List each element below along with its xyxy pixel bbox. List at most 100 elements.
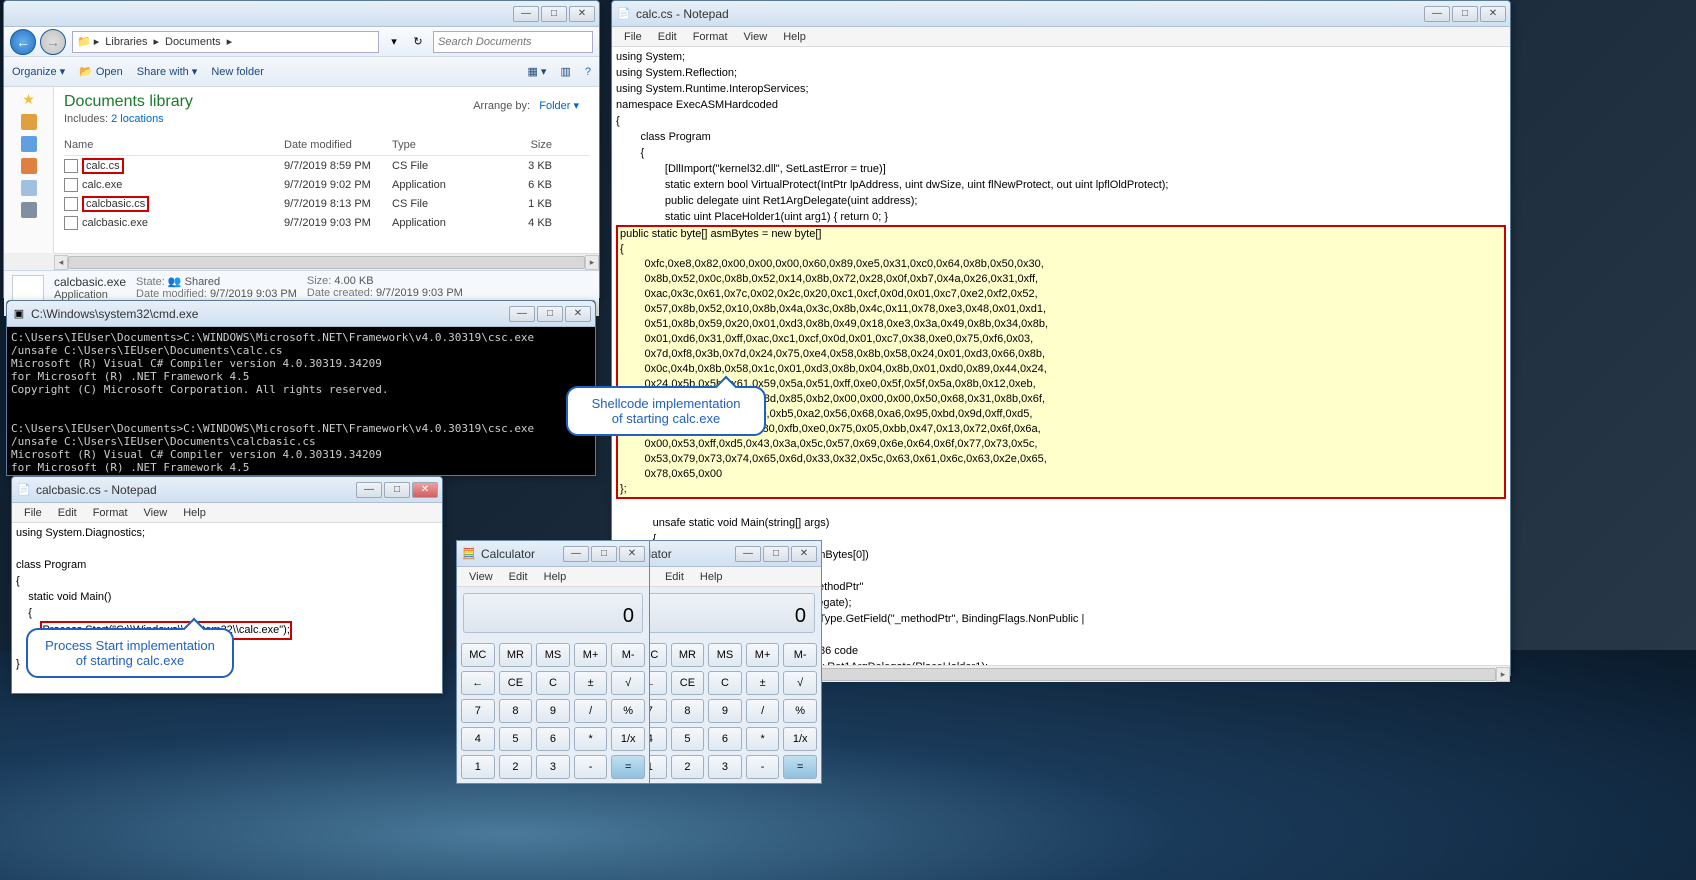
calc-button[interactable]: /: [574, 699, 608, 723]
forward-button[interactable]: →: [40, 29, 66, 55]
calc-button[interactable]: 3: [536, 755, 570, 779]
folder-icon[interactable]: [21, 158, 37, 174]
search-box[interactable]: [433, 31, 593, 53]
file-row[interactable]: calcbasic.exe9/7/2019 9:03 PMApplication…: [64, 214, 589, 232]
calc-button[interactable]: 1/x: [783, 727, 817, 751]
notepad-titlebar[interactable]: 📄 calc.cs - Notepad — □ ✕: [612, 1, 1510, 27]
menu-item[interactable]: Edit: [650, 29, 685, 45]
close-button[interactable]: ✕: [1480, 6, 1506, 22]
calc-button[interactable]: M+: [574, 643, 608, 667]
calc-button[interactable]: √: [611, 671, 645, 695]
calc-button[interactable]: M-: [611, 643, 645, 667]
calc-button[interactable]: 2: [671, 755, 705, 779]
calc-button[interactable]: %: [783, 699, 817, 723]
close-button[interactable]: ✕: [791, 546, 817, 562]
share-menu[interactable]: Share with ▾: [137, 65, 198, 78]
calc-button[interactable]: 2: [499, 755, 533, 779]
locations-link[interactable]: 2 locations: [111, 113, 164, 125]
menu-item[interactable]: Edit: [657, 569, 692, 585]
notepad-titlebar[interactable]: 📄 calcbasic.cs - Notepad — □ ✕: [12, 477, 442, 503]
calc-button[interactable]: 8: [499, 699, 533, 723]
calc-button[interactable]: ←: [461, 671, 495, 695]
menu-item[interactable]: View: [736, 29, 776, 45]
calc-button[interactable]: MR: [499, 643, 533, 667]
refresh-icon[interactable]: ↻: [409, 35, 427, 48]
column-headers[interactable]: Name Date modified Type Size: [64, 135, 589, 156]
menu-item[interactable]: Format: [685, 29, 736, 45]
calc-button[interactable]: /: [746, 699, 780, 723]
maximize-button[interactable]: □: [1452, 6, 1478, 22]
calc-button[interactable]: C: [708, 671, 742, 695]
calc-button[interactable]: ±: [746, 671, 780, 695]
breadcrumb-item[interactable]: Documents: [165, 36, 221, 48]
calc-button[interactable]: MC: [461, 643, 495, 667]
new-folder-button[interactable]: New folder: [211, 66, 264, 78]
arrange-by[interactable]: Arrange by: Folder ▾: [473, 99, 579, 112]
calc-button[interactable]: C: [536, 671, 570, 695]
calc-button[interactable]: 5: [499, 727, 533, 751]
calc-button[interactable]: √: [783, 671, 817, 695]
back-button[interactable]: ←: [10, 29, 36, 55]
calc-button[interactable]: -: [574, 755, 608, 779]
close-button[interactable]: ✕: [412, 482, 438, 498]
menubar[interactable]: FileEditFormatViewHelp: [612, 27, 1510, 47]
maximize-button[interactable]: □: [591, 546, 617, 562]
calc-button[interactable]: %: [611, 699, 645, 723]
calc-button[interactable]: CE: [499, 671, 533, 695]
menu-item[interactable]: View: [136, 505, 176, 521]
open-button[interactable]: 📂 Open: [79, 65, 123, 78]
organize-menu[interactable]: Organize ▾: [12, 65, 65, 78]
calc-button[interactable]: 9: [536, 699, 570, 723]
breadcrumb-item[interactable]: Libraries: [105, 36, 147, 48]
calc-button[interactable]: 6: [536, 727, 570, 751]
calc-button[interactable]: 4: [461, 727, 495, 751]
view-menu-icon[interactable]: ▦ ▾: [527, 65, 546, 78]
menu-item[interactable]: Help: [175, 505, 214, 521]
calc-button[interactable]: -: [746, 755, 780, 779]
menu-item[interactable]: View: [461, 569, 501, 585]
calc-button[interactable]: M+: [746, 643, 780, 667]
file-row[interactable]: calc.cs9/7/2019 8:59 PMCS File3 KB: [64, 156, 589, 176]
search-input[interactable]: [438, 36, 588, 48]
minimize-button[interactable]: —: [356, 482, 382, 498]
close-button[interactable]: ✕: [619, 546, 645, 562]
menu-item[interactable]: Edit: [50, 505, 85, 521]
menu-item[interactable]: Format: [85, 505, 136, 521]
calc-button[interactable]: 1: [461, 755, 495, 779]
calc-titlebar[interactable]: lculator —□✕: [629, 541, 821, 567]
menubar[interactable]: FileEditFormatViewHelp: [12, 503, 442, 523]
calc-button[interactable]: MS: [708, 643, 742, 667]
folder-icon[interactable]: [21, 114, 37, 130]
file-row[interactable]: calcbasic.cs9/7/2019 8:13 PMCS File1 KB: [64, 194, 589, 214]
terminal-output[interactable]: C:\Users\IEUser\Documents>C:\WINDOWS\Mic…: [7, 327, 595, 475]
favorites-icon[interactable]: ★: [22, 91, 35, 108]
calc-button[interactable]: 5: [671, 727, 705, 751]
menu-item[interactable]: Help: [536, 569, 575, 585]
menu-item[interactable]: Edit: [501, 569, 536, 585]
calc-button[interactable]: 1/x: [611, 727, 645, 751]
minimize-button[interactable]: —: [735, 546, 761, 562]
folder-icon[interactable]: [21, 136, 37, 152]
calc-titlebar[interactable]: 🧮 Calculator —□✕: [457, 541, 649, 567]
help-icon[interactable]: ?: [585, 66, 591, 78]
calc-button[interactable]: 9: [708, 699, 742, 723]
menu-item[interactable]: File: [616, 29, 650, 45]
maximize-button[interactable]: □: [537, 306, 563, 322]
minimize-button[interactable]: —: [563, 546, 589, 562]
maximize-button[interactable]: □: [541, 6, 567, 22]
calc-button[interactable]: MR: [671, 643, 705, 667]
calc-button[interactable]: =: [611, 755, 645, 779]
calc-button[interactable]: =: [783, 755, 817, 779]
calc-button[interactable]: 3: [708, 755, 742, 779]
file-row[interactable]: calc.exe9/7/2019 9:02 PMApplication6 KB: [64, 176, 589, 194]
minimize-button[interactable]: —: [1424, 6, 1450, 22]
maximize-button[interactable]: □: [763, 546, 789, 562]
close-button[interactable]: ✕: [569, 6, 595, 22]
cmd-titlebar[interactable]: ▣ C:\Windows\system32\cmd.exe — □ ✕: [7, 301, 595, 327]
minimize-button[interactable]: —: [509, 306, 535, 322]
menu-item[interactable]: Help: [775, 29, 814, 45]
calc-button[interactable]: *: [574, 727, 608, 751]
minimize-button[interactable]: —: [513, 6, 539, 22]
menubar[interactable]: wEditHelp: [629, 567, 821, 587]
explorer-titlebar[interactable]: — □ ✕: [4, 1, 599, 27]
